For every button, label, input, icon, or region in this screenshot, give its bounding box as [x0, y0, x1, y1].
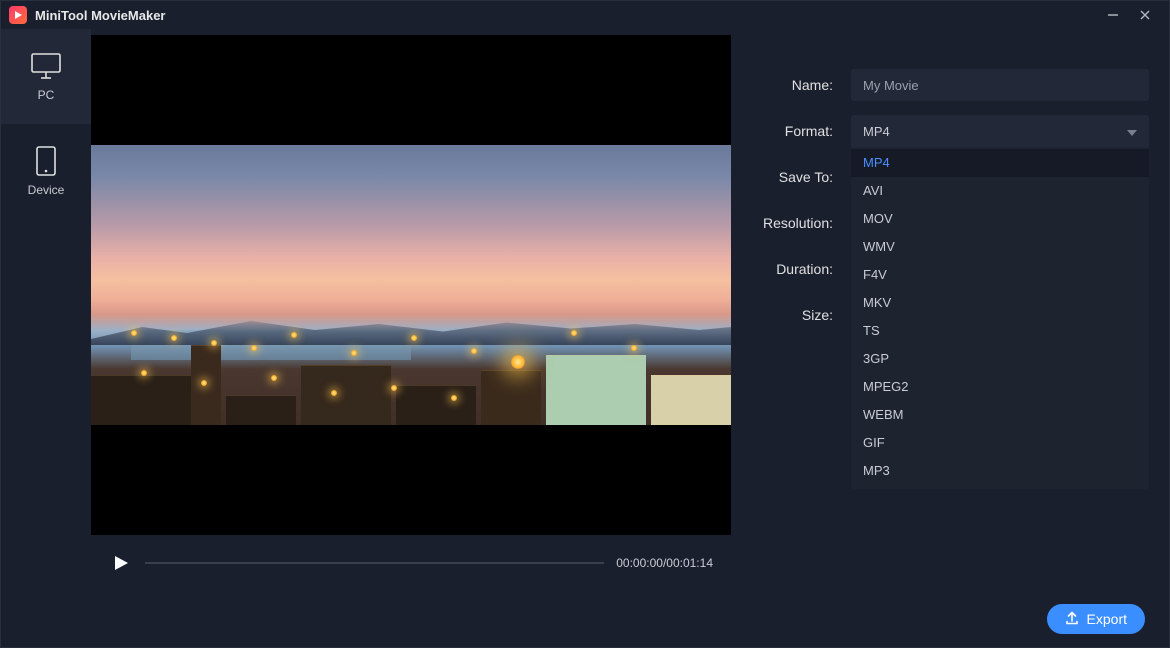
format-option[interactable]: GIF: [851, 429, 1149, 457]
sidebar-item-device[interactable]: Device: [1, 124, 91, 219]
player-controls: 00:00:00/00:01:14: [91, 535, 731, 591]
format-option[interactable]: WEBM: [851, 401, 1149, 429]
close-button[interactable]: [1129, 3, 1161, 27]
export-window: MiniTool MovieMaker PC: [0, 0, 1170, 648]
name-label: Name:: [741, 77, 851, 93]
minimize-button[interactable]: [1097, 3, 1129, 27]
format-option[interactable]: AVI: [851, 177, 1149, 205]
format-dropdown: MP4AVIMOVWMVF4VMKVTS3GPMPEG2WEBMGIFMP3: [851, 147, 1149, 489]
sidebar: PC Device: [1, 29, 91, 591]
monitor-icon: [29, 52, 63, 80]
preview-area: 00:00:00/00:01:14: [91, 29, 731, 591]
duration-label: Duration:: [741, 261, 851, 277]
export-button[interactable]: Export: [1047, 604, 1145, 634]
device-icon: [29, 147, 63, 175]
play-button[interactable]: [109, 551, 133, 575]
size-label: Size:: [741, 307, 851, 323]
timecode: 00:00:00/00:01:14: [616, 556, 713, 570]
format-select[interactable]: MP4: [851, 115, 1149, 147]
sidebar-item-label: Device: [28, 183, 65, 197]
preview-image: [91, 145, 731, 465]
format-option[interactable]: MP4: [851, 149, 1149, 177]
chevron-down-icon: [1127, 124, 1137, 139]
format-option[interactable]: MPEG2: [851, 373, 1149, 401]
progress-bar[interactable]: [145, 562, 604, 564]
format-option[interactable]: 3GP: [851, 345, 1149, 373]
app-title: MiniTool MovieMaker: [35, 8, 166, 23]
upload-icon: [1065, 611, 1079, 628]
format-option[interactable]: WMV: [851, 233, 1149, 261]
format-label: Format:: [741, 123, 851, 139]
settings-panel: Name: Format: MP4 MP4AVIMOVWMVF4VMKVTS3G…: [731, 29, 1169, 591]
format-option[interactable]: MOV: [851, 205, 1149, 233]
name-input[interactable]: [851, 69, 1149, 101]
format-option[interactable]: MKV: [851, 289, 1149, 317]
format-option[interactable]: F4V: [851, 261, 1149, 289]
video-preview: [91, 35, 731, 535]
bottom-bar: Export: [1, 591, 1169, 647]
sidebar-item-label: PC: [38, 88, 55, 102]
format-option[interactable]: MP3: [851, 457, 1149, 485]
titlebar: MiniTool MovieMaker: [1, 1, 1169, 29]
resolution-label: Resolution:: [741, 215, 851, 231]
app-logo-icon: [9, 6, 27, 24]
format-option[interactable]: TS: [851, 317, 1149, 345]
save-to-label: Save To:: [741, 169, 851, 185]
sidebar-item-pc[interactable]: PC: [1, 29, 91, 124]
